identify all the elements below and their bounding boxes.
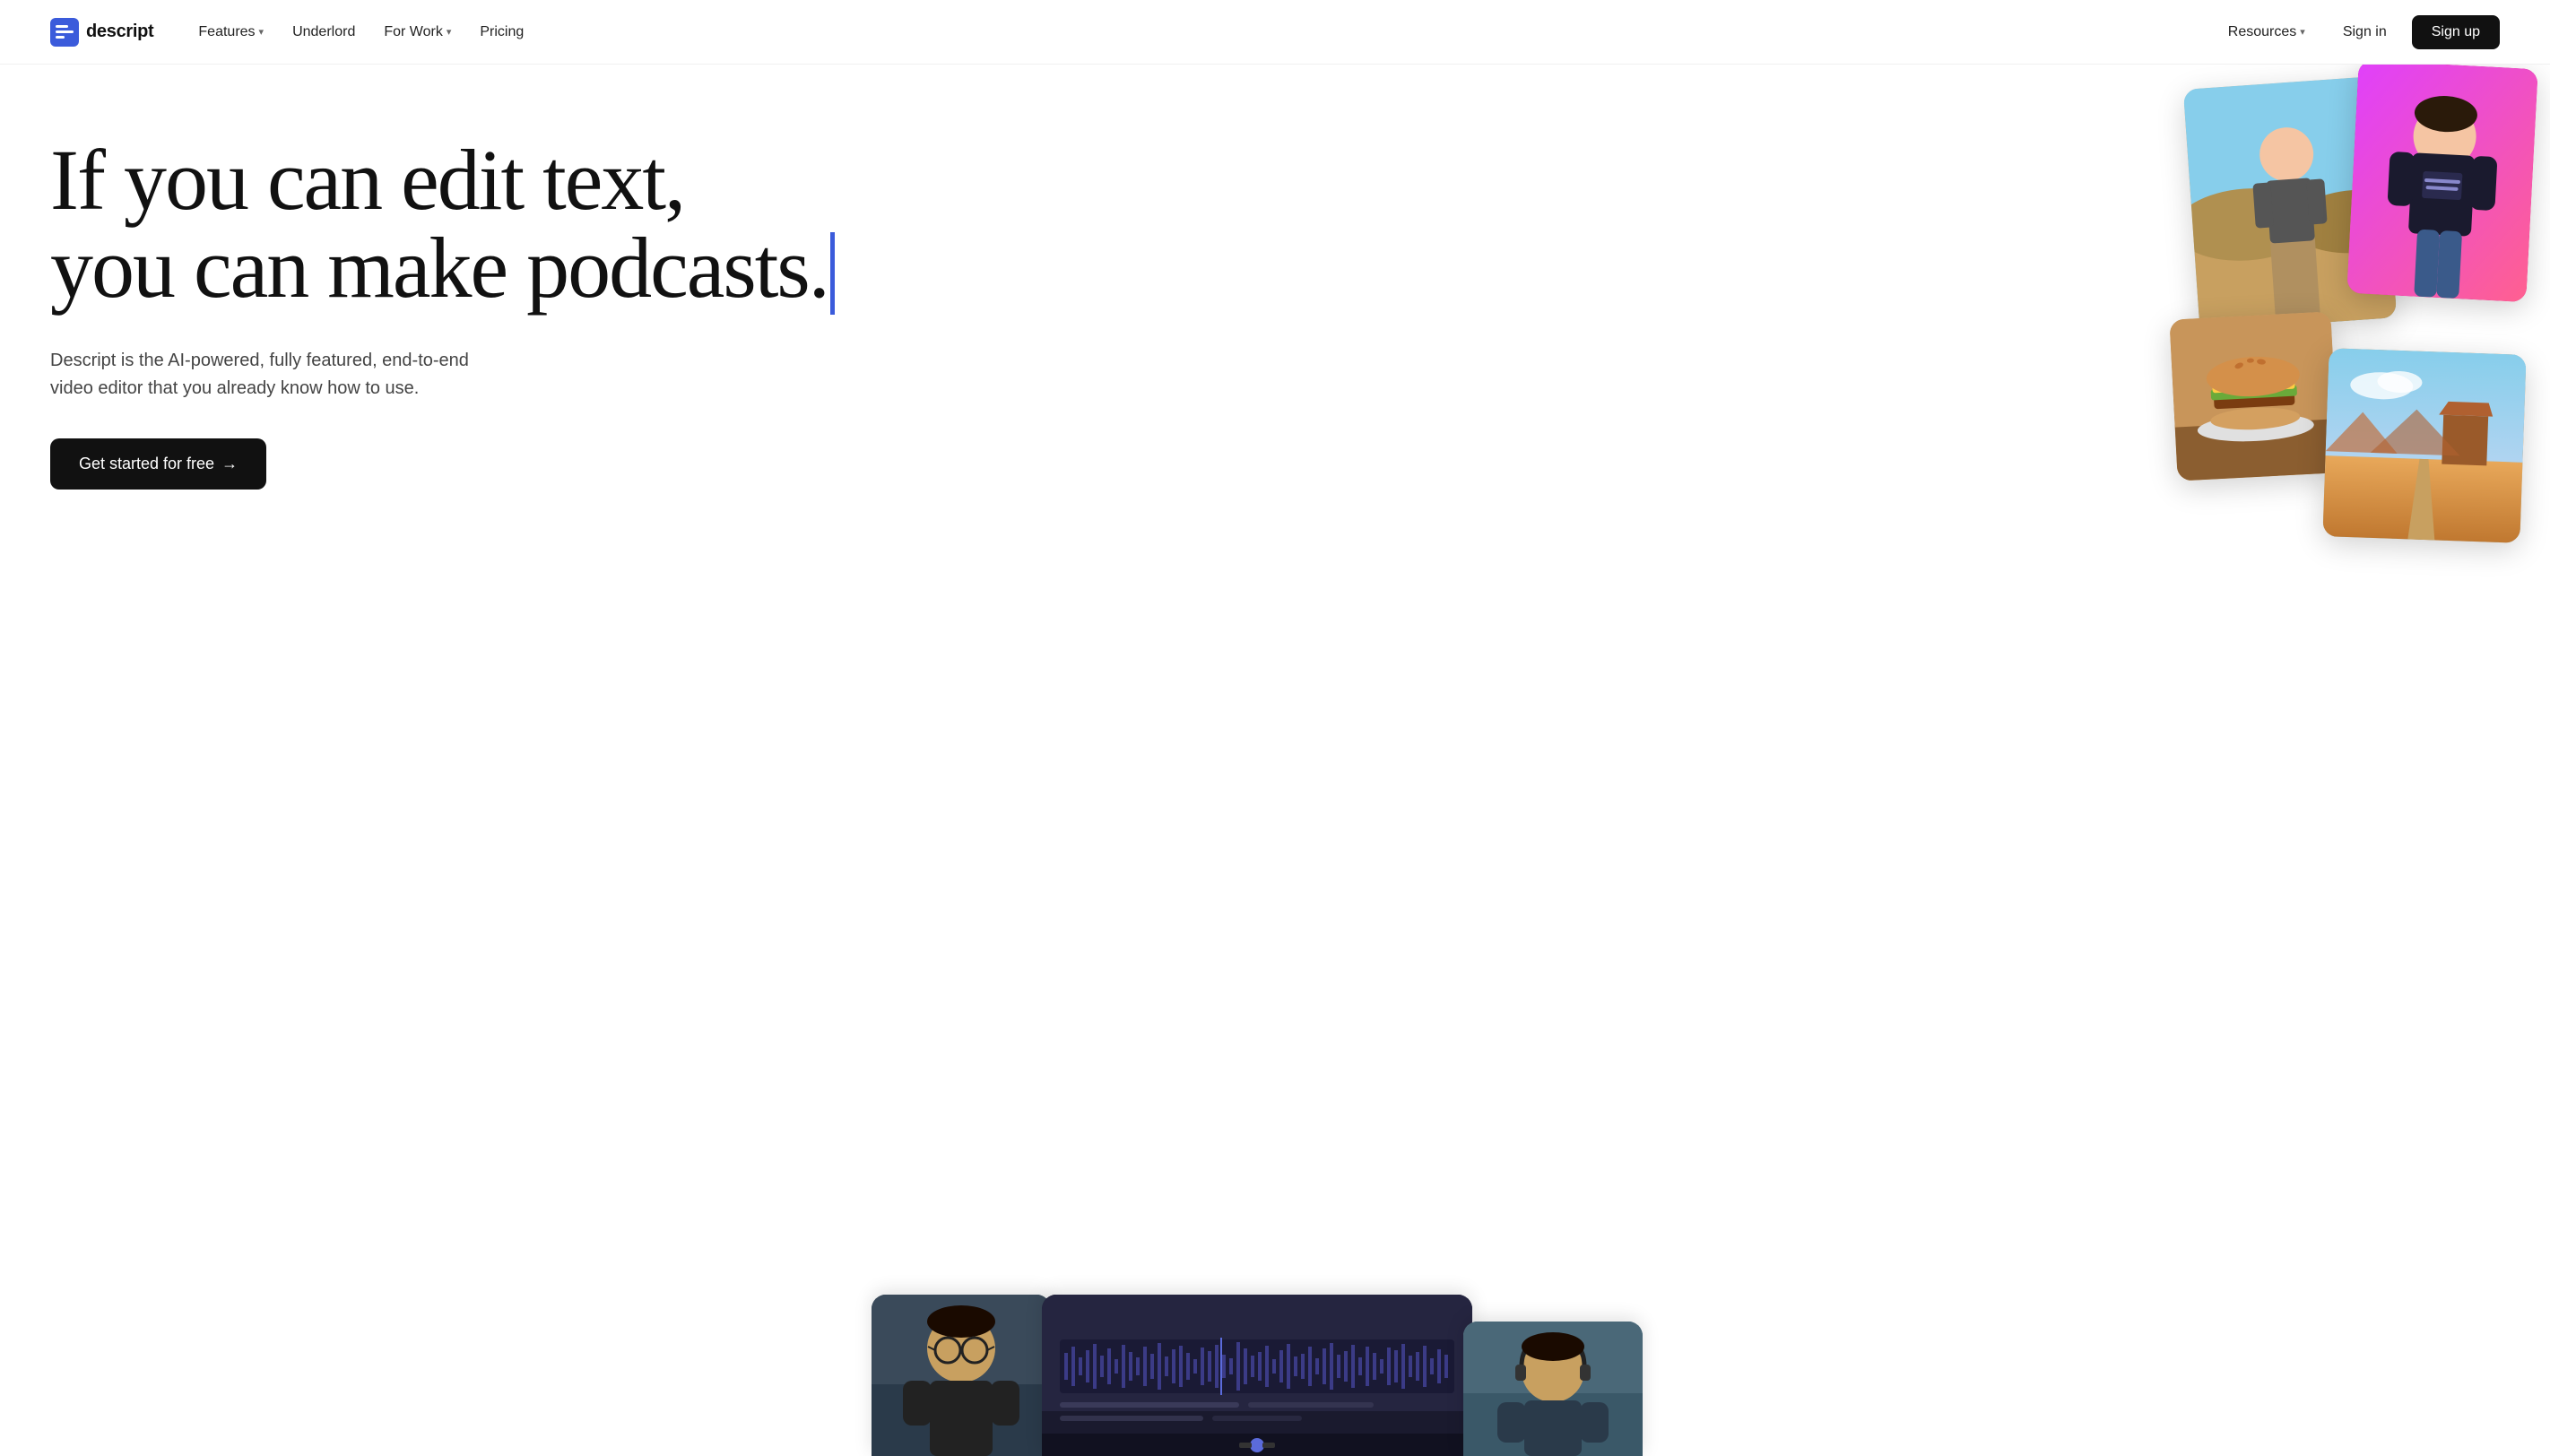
chevron-down-icon: ▾ — [259, 26, 265, 38]
float-card-food — [2169, 311, 2338, 481]
hero-bottom-images — [872, 1277, 1678, 1456]
nav-links: Features ▾ Underlord For Work ▾ Pricing — [186, 17, 536, 48]
sign-in-button[interactable]: Sign in — [2325, 15, 2405, 49]
sign-up-button[interactable]: Sign up — [2412, 15, 2500, 49]
nav-link-underlord[interactable]: Underlord — [280, 17, 368, 48]
float-card-landscape — [2183, 76, 2397, 332]
hero-headline: If you can edit text, you can make podca… — [50, 136, 1520, 318]
main-nav: descript Features ▾ Underlord For Work ▾… — [0, 0, 2550, 65]
nav-link-features[interactable]: Features ▾ — [186, 17, 276, 48]
cta-get-started-button[interactable]: Get started for free → — [50, 438, 266, 490]
arrow-right-icon: → — [221, 455, 238, 473]
logo[interactable]: descript — [50, 18, 153, 47]
hero-subtext: Descript is the AI-powered, fully featur… — [50, 347, 516, 403]
bottom-card-person-glasses — [872, 1295, 1051, 1456]
chevron-down-icon: ▾ — [447, 26, 452, 38]
hero-section: If you can edit text, you can make podca… — [0, 65, 2550, 1456]
hero-content: If you can edit text, you can make podca… — [50, 136, 1520, 490]
nav-left: descript Features ▾ Underlord For Work ▾… — [50, 17, 536, 48]
nav-link-for-work[interactable]: For Work ▾ — [371, 17, 464, 48]
float-card-person-pink — [2346, 65, 2537, 302]
bottom-card-video-preview — [1042, 1295, 1472, 1456]
float-card-desert — [2322, 348, 2526, 543]
hero-floating-images — [2030, 65, 2550, 674]
nav-right: Resources ▾ Sign in Sign up — [2216, 15, 2500, 49]
logo-text: descript — [86, 22, 153, 42]
nav-link-resources[interactable]: Resources ▾ — [2216, 17, 2318, 48]
text-cursor — [830, 232, 835, 315]
chevron-down-icon: ▾ — [2300, 26, 2305, 38]
nav-link-pricing[interactable]: Pricing — [467, 17, 536, 48]
bottom-card-person-headphones — [1463, 1322, 1643, 1456]
logo-icon — [50, 18, 79, 47]
